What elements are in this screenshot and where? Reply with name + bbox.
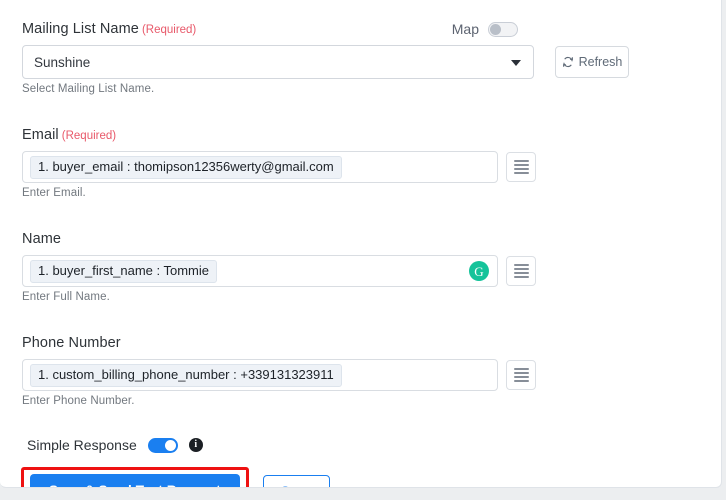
required-tag: (Required)	[61, 130, 117, 142]
chevron-down-icon	[511, 60, 521, 66]
action-button-row: Save & Send Test Request Save	[21, 467, 694, 487]
email-label: Email (Required)	[22, 126, 116, 144]
field-label-text: Name	[22, 231, 62, 247]
name-input-row: 1. buyer_first_name : Tommie G	[22, 255, 694, 287]
mailing-list-helper-text: Select Mailing List Name.	[22, 83, 155, 95]
hamburger-icon-line	[513, 272, 529, 274]
email-input-row: 1. buyer_email : thomipson12356werty@gma…	[22, 151, 694, 183]
phone-input-row: 1. custom_billing_phone_number : +339131…	[22, 359, 694, 391]
name-menu-button[interactable]	[506, 256, 536, 286]
mailing-list-select[interactable]: Sunshine	[22, 45, 534, 79]
phone-token[interactable]: 1. custom_billing_phone_number : +339131…	[30, 363, 342, 387]
field-phone-number: Phone Number 1. custom_billing_phone_num…	[22, 332, 694, 407]
hamburger-icon-line	[513, 268, 529, 270]
simple-response-toggle[interactable]	[147, 437, 178, 453]
info-icon[interactable]: i	[188, 438, 203, 452]
refresh-button-label: Refresh	[578, 55, 623, 69]
map-toggle-label: Map	[451, 21, 479, 37]
mailing-list-label: Mailing List Name (Required)	[22, 20, 196, 38]
map-toggle-switch[interactable]	[488, 21, 518, 37]
hamburger-icon-line	[513, 368, 529, 370]
name-label: Name	[22, 230, 61, 248]
hamburger-icon-line	[513, 160, 529, 162]
name-helper-text: Enter Full Name.	[22, 291, 110, 303]
phone-menu-button[interactable]	[506, 360, 536, 390]
email-label-row: Email (Required)	[22, 124, 694, 146]
email-input[interactable]: 1. buyer_email : thomipson12356werty@gma…	[22, 151, 498, 183]
phone-label: Phone Number	[22, 334, 121, 352]
field-mailing-list-name: Mailing List Name (Required) Map Sunshine	[22, 18, 694, 95]
hamburger-icon-line	[513, 380, 529, 382]
required-tag: (Required)	[141, 24, 197, 36]
hamburger-icon-line	[513, 168, 529, 170]
refresh-icon	[562, 56, 574, 68]
field-email: Email (Required) 1. buyer_email : thomips…	[22, 124, 694, 199]
save-and-send-test-request-button[interactable]: Save & Send Test Request	[30, 474, 240, 487]
hamburger-icon-line	[513, 172, 529, 174]
hamburger-icon-line	[513, 372, 529, 374]
email-token[interactable]: 1. buyer_email : thomipson12356werty@gma…	[30, 155, 342, 179]
hamburger-icon-line	[513, 164, 529, 166]
hamburger-icon-line	[513, 264, 529, 266]
field-label-text: Mailing List Name	[22, 21, 139, 37]
simple-response-label: Simple Response	[27, 437, 137, 453]
phone-helper-text: Enter Phone Number.	[22, 395, 135, 407]
info-glyph: i	[194, 439, 198, 450]
map-toggle-cluster: Map	[452, 21, 518, 37]
form-card: Mailing List Name (Required) Map Sunshine	[0, 0, 722, 488]
hamburger-icon-line	[513, 276, 529, 278]
simple-response-knob	[164, 439, 176, 451]
hamburger-icon-line	[513, 376, 529, 378]
grammarly-icon[interactable]: G	[469, 261, 489, 281]
field-name: Name 1. buyer_first_name : Tommie G Ente	[22, 228, 694, 303]
mailing-list-input-row: Sunshine Refresh	[22, 45, 694, 79]
save-button[interactable]: Save	[262, 474, 330, 487]
email-helper-text: Enter Email.	[22, 187, 86, 199]
form-area: Mailing List Name (Required) Map Sunshine	[21, 18, 694, 487]
grammarly-glyph: G	[474, 263, 484, 279]
highlight-annotation: Save & Send Test Request	[21, 467, 249, 487]
refresh-button[interactable]: Refresh	[555, 46, 629, 78]
email-menu-button[interactable]	[506, 152, 536, 182]
name-label-row: Name	[22, 228, 694, 250]
mailing-list-label-row: Mailing List Name (Required) Map	[22, 18, 694, 40]
map-toggle-knob	[490, 23, 501, 35]
name-input[interactable]: 1. buyer_first_name : Tommie G	[22, 255, 498, 287]
simple-response-row: Simple Response i	[27, 437, 694, 453]
field-label-text: Email	[22, 127, 59, 143]
phone-input[interactable]: 1. custom_billing_phone_number : +339131…	[22, 359, 498, 391]
mailing-list-selected-value: Sunshine	[34, 54, 91, 70]
phone-label-row: Phone Number	[22, 332, 694, 354]
name-token[interactable]: 1. buyer_first_name : Tommie	[30, 259, 217, 283]
field-label-text: Phone Number	[22, 335, 121, 351]
